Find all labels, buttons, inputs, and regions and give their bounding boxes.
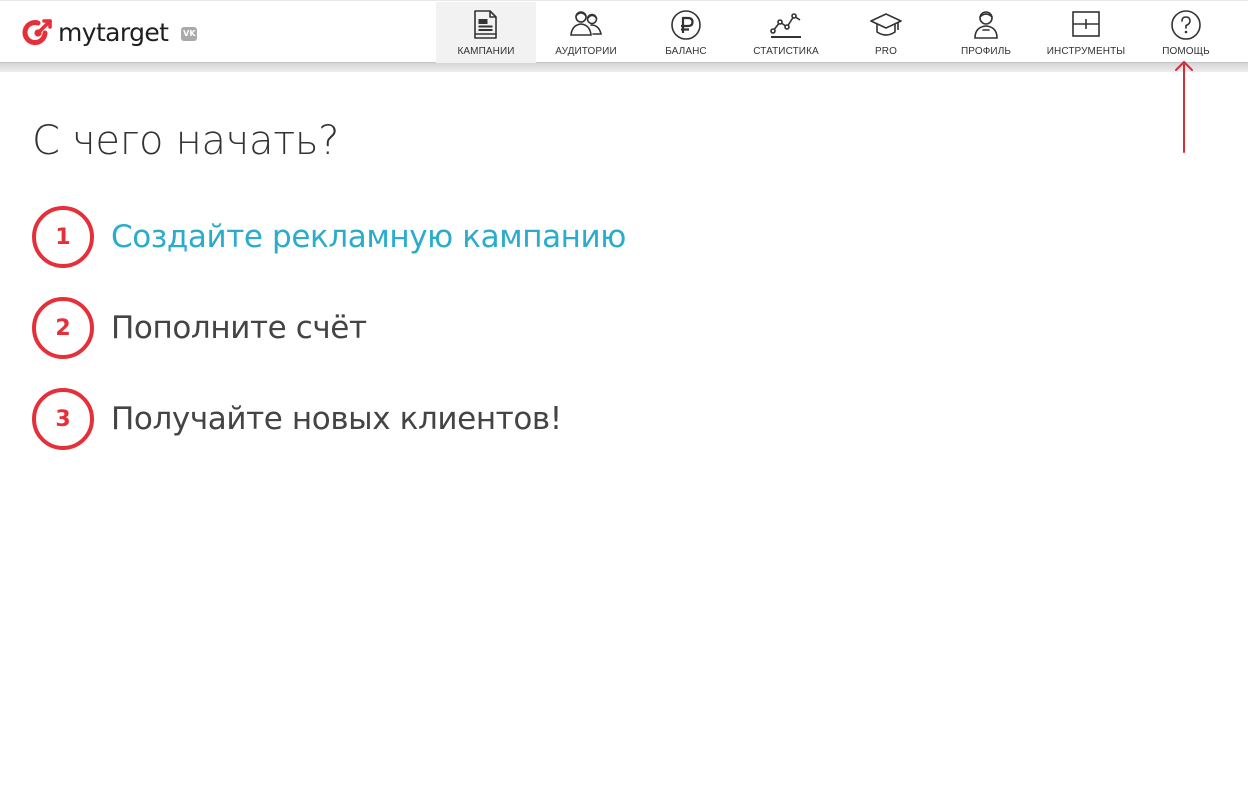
page: mytarget VK КАМПАНИИ АУДИТОРИИ БАЛАНС СТ…: [0, 0, 1248, 808]
step-number-badge: 3: [32, 388, 94, 450]
step-text: Пополните счёт: [111, 310, 367, 346]
logo-text: mytarget: [58, 18, 169, 47]
vk-badge: VK: [181, 27, 198, 41]
nav-item-campaigns[interactable]: КАМПАНИИ: [436, 2, 536, 63]
main-nav: КАМПАНИИ АУДИТОРИИ БАЛАНС СТАТИСТИКА PRO…: [436, 2, 1236, 63]
statistics-icon: [770, 13, 801, 38]
create-campaign-link[interactable]: Создайте рекламную кампанию: [111, 217, 626, 257]
campaigns-icon: [474, 10, 497, 39]
nav-item-help[interactable]: ПОМОЩЬ: [1136, 2, 1236, 63]
ruble-icon: [671, 10, 701, 40]
logo[interactable]: mytarget VK: [22, 16, 198, 50]
step-top-up-balance: 2 Пополните счёт: [32, 297, 626, 359]
nav-label: PRO: [875, 46, 897, 57]
steps-list: 1 Создайте рекламную кампанию 2 Пополнит…: [32, 206, 626, 479]
step-number-badge: 2: [32, 297, 94, 359]
nav-label: ПРОФИЛЬ: [960, 46, 1012, 57]
nav-label: СТАТИСТИКА: [753, 46, 819, 57]
profile-icon: [974, 11, 998, 39]
tools-icon: [1072, 11, 1100, 37]
nav-item-statistics[interactable]: СТАТИСТИКА: [736, 2, 836, 63]
step-number-badge: 1: [32, 206, 94, 268]
step-create-campaign: 1 Создайте рекламную кампанию: [32, 206, 626, 268]
audiences-icon: [570, 11, 602, 36]
nav-item-tools[interactable]: ИНСТРУМЕНТЫ: [1036, 2, 1136, 63]
top-header: mytarget VK КАМПАНИИ АУДИТОРИИ БАЛАНС СТ…: [0, 0, 1248, 63]
nav-item-pro[interactable]: PRO: [836, 2, 936, 63]
nav-item-audiences[interactable]: АУДИТОРИИ: [536, 2, 636, 63]
nav-label: АУДИТОРИИ: [555, 46, 617, 57]
nav-item-balance[interactable]: БАЛАНС: [636, 2, 736, 63]
nav-item-profile[interactable]: ПРОФИЛЬ: [936, 2, 1036, 63]
graduation-cap-icon: [870, 13, 902, 36]
page-title: С чего начать?: [32, 118, 340, 164]
nav-label: ИНСТРУМЕНТЫ: [1046, 46, 1126, 57]
help-icon: [1171, 10, 1201, 40]
nav-label: ПОМОЩЬ: [1162, 46, 1210, 57]
header-shadow: [0, 63, 1248, 72]
nav-label: БАЛАНС: [665, 46, 707, 57]
step-text: Получайте новых клиентов!: [111, 401, 562, 437]
mytarget-logo-icon: [22, 19, 52, 46]
step-get-clients: 3 Получайте новых клиентов!: [32, 388, 626, 450]
annotation-arrow-icon: [1175, 61, 1193, 153]
nav-label: КАМПАНИИ: [457, 46, 515, 57]
